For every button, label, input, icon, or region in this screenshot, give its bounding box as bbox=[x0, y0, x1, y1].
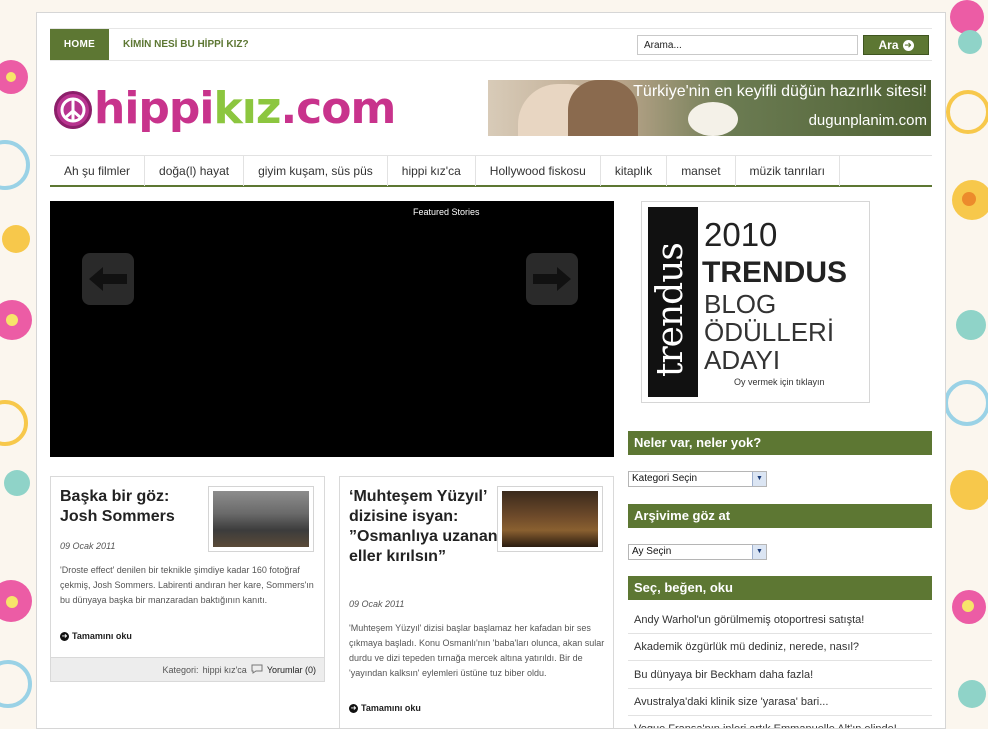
sidebar-link[interactable]: Avustralya'daki klinik size 'yarasa' bar… bbox=[628, 689, 932, 716]
award-brand: TRENDUS bbox=[702, 256, 848, 289]
award-vote-text: Oy vermek için tıklayın bbox=[734, 377, 825, 387]
droste-photo bbox=[213, 491, 309, 547]
read-more-link[interactable]: ➜ Tamamını oku bbox=[349, 703, 421, 713]
logo-wordmark: hippikız.com bbox=[94, 83, 396, 134]
slider-next-button[interactable] bbox=[526, 253, 578, 305]
about-link[interactable]: KİMİN NESİ BU HİPPİ KIZ? bbox=[123, 29, 249, 60]
post-title[interactable]: Başka bir göz: Josh Sommers bbox=[60, 487, 210, 527]
arrow-right-icon: ➜ bbox=[349, 703, 358, 713]
post-thumbnail[interactable] bbox=[497, 486, 603, 552]
left-floral-decoration bbox=[0, 0, 40, 729]
category-muzik-tanrilari[interactable]: müzik tanrıları bbox=[736, 156, 840, 186]
slider-prev-button[interactable] bbox=[82, 253, 134, 305]
post-card: ‘Muhteşem Yüzyıl’ dizisine isyan: ”Osman… bbox=[339, 476, 614, 728]
month-select[interactable]: Ay Seçin ▼ bbox=[628, 544, 767, 560]
site-logo[interactable]: hippikız.com bbox=[52, 83, 414, 143]
comment-bubble-icon bbox=[251, 664, 263, 676]
post-date: 09 Ocak 2011 bbox=[349, 599, 405, 609]
category-ah-su-filmler[interactable]: Ah şu filmler bbox=[50, 156, 146, 186]
sidebar-link[interactable]: Andy Warhol'un görülmemiş otoportresi sa… bbox=[628, 607, 932, 634]
trendus-award-badge[interactable]: trendus 2010 TRENDUS BLOG ÖDÜLLERİ ADAYI… bbox=[641, 201, 870, 403]
search-button[interactable]: Ara ➜ bbox=[863, 35, 929, 55]
arrow-right-icon: ➜ bbox=[902, 39, 914, 51]
comments-link[interactable]: Yorumlar (0) bbox=[267, 665, 316, 675]
post-date: 09 Ocak 2011 bbox=[60, 541, 116, 551]
category-select[interactable]: Kategori Seçin ▼ bbox=[628, 471, 767, 487]
banner-photo-bouquet bbox=[688, 102, 738, 136]
right-floral-decoration bbox=[942, 0, 988, 729]
arrow-right-icon: ➜ bbox=[60, 631, 69, 641]
post-footer: Kategori: hippi kız'ca Yorumlar (0) bbox=[51, 657, 324, 681]
post-excerpt: 'Muhteşem Yüzyıl' dizisi başlar başlamaz… bbox=[349, 623, 605, 678]
widget-title-categories: Neler var, neler yok? bbox=[628, 431, 932, 455]
category-manset[interactable]: manset bbox=[667, 156, 736, 186]
arrow-right-icon bbox=[533, 267, 571, 291]
award-line-oduller: ÖDÜLLERİ bbox=[704, 317, 835, 347]
wedding-banner-ad[interactable]: Türkiye'nin en keyifli düğün hazırlık si… bbox=[488, 80, 931, 136]
banner-url: dugunplanim.com bbox=[808, 112, 927, 129]
post-excerpt: 'Droste effect' denilen bir teknikle şim… bbox=[60, 565, 314, 605]
category-giyim-kusam[interactable]: giyim kuşam, süs püs bbox=[244, 156, 388, 186]
sidebar-link[interactable]: Akademik özgürlük mü dediniz, nerede, na… bbox=[628, 634, 932, 661]
post-card: Başka bir göz: Josh Sommers 09 Ocak 2011… bbox=[50, 476, 325, 682]
read-more-link[interactable]: ➜ Tamamını oku bbox=[60, 631, 132, 641]
page-container: HOME KİMİN NESİ BU HİPPİ KIZ? Ara ➜ hipp… bbox=[36, 12, 946, 729]
sidebar-link[interactable]: Bu dünyaya bir Beckham daha fazla! bbox=[628, 662, 932, 689]
award-line-blog: BLOG bbox=[704, 289, 777, 319]
chevron-down-icon: ▼ bbox=[752, 545, 766, 559]
slider-label: Featured Stories bbox=[413, 207, 480, 217]
post-thumbnail[interactable] bbox=[208, 486, 314, 552]
widget-title-reading: Seç, beğen, oku bbox=[628, 576, 932, 600]
post-title[interactable]: ‘Muhteşem Yüzyıl’ dizisine isyan: ”Osman… bbox=[349, 487, 499, 567]
chevron-down-icon: ▼ bbox=[752, 472, 766, 486]
post-category-link[interactable]: hippi kız'ca bbox=[203, 665, 247, 675]
banner-photo-groom bbox=[568, 80, 638, 136]
category-hollywood-fiskosu[interactable]: Hollywood fiskosu bbox=[476, 156, 601, 186]
widget-title-archive: Arşivime göz at bbox=[628, 504, 932, 528]
muhtesem-yuzyil-photo bbox=[502, 491, 598, 547]
category-label: Kategori: bbox=[162, 664, 199, 675]
award-year: 2010 bbox=[704, 216, 778, 253]
trendus-vertical-band: trendus bbox=[648, 207, 698, 397]
award-line-aday: ADAYI bbox=[704, 345, 781, 375]
arrow-left-icon bbox=[89, 267, 127, 291]
search-button-label: Ara bbox=[878, 38, 899, 52]
category-doga-hayat[interactable]: doğa(l) hayat bbox=[145, 156, 245, 186]
category-hippi-kizca[interactable]: hippi kız'ca bbox=[388, 156, 476, 186]
search-input[interactable] bbox=[637, 35, 858, 55]
top-navigation: HOME KİMİN NESİ BU HİPPİ KIZ? Ara ➜ bbox=[50, 28, 932, 61]
category-kitaplik[interactable]: kitaplık bbox=[601, 156, 668, 186]
home-button[interactable]: HOME bbox=[50, 29, 109, 60]
peace-sign-icon bbox=[54, 91, 92, 129]
sidebar-link[interactable]: Vogue Fransa'nın inleri artık Emmanuelle… bbox=[628, 716, 932, 728]
banner-tagline: Türkiye'nin en keyifli düğün hazırlık si… bbox=[633, 83, 927, 100]
category-navigation: Ah şu filmler doğa(l) hayat giyim kuşam,… bbox=[50, 155, 932, 187]
featured-stories-slider: Featured Stories bbox=[50, 201, 614, 457]
